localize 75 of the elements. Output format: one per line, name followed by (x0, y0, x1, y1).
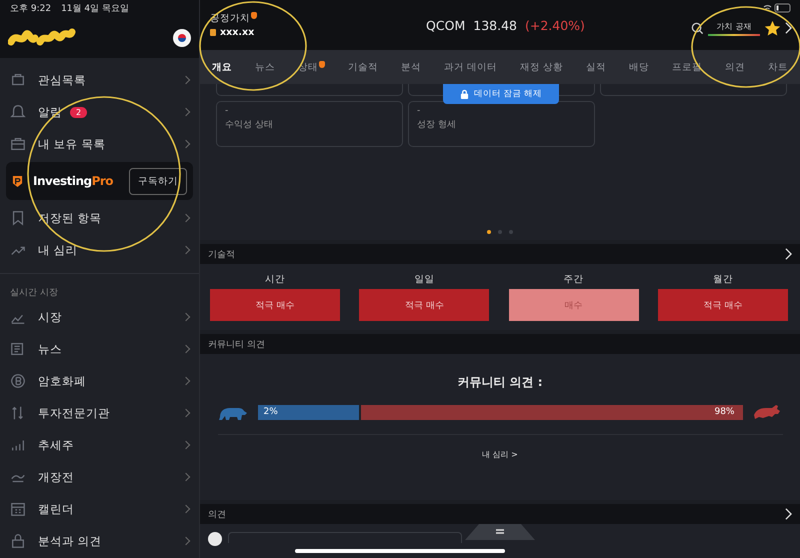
tab[interactable]: 차트 (764, 60, 792, 74)
fair-value: xxx.xx (210, 27, 360, 38)
comment-field[interactable] (228, 532, 462, 543)
section-title: 실시간 시장 (9, 287, 59, 300)
signal-tile: 매수 (508, 289, 639, 321)
menu-item-icon (10, 136, 26, 152)
community-heading: 커뮤니티 의견 : (457, 374, 543, 391)
period-label: 일일 (414, 273, 434, 286)
menu-item-icon (10, 373, 26, 389)
status-date: 11월 4일 목요일 (61, 3, 129, 16)
pro-logo-icon (12, 174, 23, 188)
sidebar-item[interactable]: 캘린더 (0, 493, 199, 525)
section-header[interactable]: 커뮤니티 의견 (200, 334, 800, 354)
avatar (208, 532, 222, 546)
period-label: 주간 (564, 273, 584, 286)
stock-price: 138.48 (473, 18, 517, 32)
chevron-right-icon (785, 508, 792, 520)
unlock-data-button[interactable]: 데이터 잠금 해제 (443, 84, 559, 104)
menu-item-icon (10, 501, 26, 517)
value-gauge: 가치 공재 (708, 20, 760, 36)
tab[interactable]: 배당 (624, 60, 653, 74)
sidebar-item[interactable]: 투자전문기관 (0, 397, 199, 429)
carousel-dot[interactable] (487, 230, 491, 234)
bullish-percent: 98% (714, 406, 734, 416)
search-icon[interactable] (691, 22, 704, 34)
carousel-dot[interactable] (498, 230, 502, 234)
chevron-right-icon (785, 248, 792, 260)
subscribe-button[interactable]: 구독하기 (129, 168, 187, 194)
menu-item-icon (10, 72, 26, 88)
status-time: 오후 9:22 (10, 3, 52, 16)
sidebar-item[interactable]: 암호화폐 (0, 365, 199, 397)
tab[interactable]: 기술적 (344, 60, 382, 74)
sidebar-item[interactable]: 알림 2 (0, 96, 199, 128)
tab[interactable]: 뉴스 (250, 60, 279, 74)
signal-tile: 적극 매수 (658, 289, 788, 321)
tab[interactable]: 분석 (396, 60, 425, 74)
menu-item-icon (10, 341, 26, 357)
tab[interactable]: 실적 (582, 60, 610, 74)
sidebar-item[interactable]: 분석과 의견 (0, 525, 199, 557)
carousel-dot[interactable] (509, 230, 513, 234)
sidebar-item[interactable]: 개장전 (0, 461, 199, 493)
tab[interactable]: 의견 (720, 60, 749, 74)
menu-item-icon (10, 210, 26, 226)
star-icon[interactable] (764, 20, 781, 36)
sidebar-item[interactable]: 뉴스 (0, 333, 199, 365)
metric-card: - 수익성 상태 (216, 101, 403, 147)
period-label: 월간 (712, 273, 733, 286)
stock-symbol: QCOM (426, 18, 466, 32)
section-header[interactable]: 의견 (200, 504, 800, 524)
signal-tile: 적극 매수 (210, 289, 340, 321)
bearish-percent: 2% (264, 406, 278, 416)
menu-item-icon (10, 533, 26, 549)
sidebar-item[interactable]: 관심목록 (0, 64, 199, 96)
tab[interactable]: 과거 데이터 (440, 60, 501, 74)
price-change: (+2.40%) (525, 18, 585, 32)
wifi-battery-icon (762, 3, 792, 13)
fair-value-label: 공정가치 (210, 12, 360, 25)
flag-icon[interactable] (173, 29, 191, 47)
notification-badge: 2 (70, 106, 88, 118)
lock-icon (460, 88, 469, 100)
drag-handle-icon[interactable] (465, 524, 535, 540)
section-header[interactable]: 기술적 (200, 244, 800, 264)
sidebar-item[interactable]: 추세주 (0, 429, 199, 461)
sidebar-item[interactable]: 시장 (0, 301, 199, 333)
brand-logo-text: InvestingPro (33, 174, 114, 188)
tab[interactable]: 재정 상황 (516, 60, 567, 74)
chevron-right-icon[interactable] (785, 22, 792, 34)
menu-item-icon (10, 104, 26, 120)
bull-icon (752, 403, 782, 421)
my-sentiment-link[interactable]: 내 심리 > (482, 449, 518, 460)
sidebar-item[interactable]: 내 심리 (0, 234, 199, 266)
tab[interactable]: 개요 (208, 60, 236, 74)
sidebar-item[interactable]: 내 보유 목록 (0, 128, 199, 160)
signal-tile: 적극 매수 (359, 289, 490, 321)
period-label: 시간 (265, 273, 285, 286)
